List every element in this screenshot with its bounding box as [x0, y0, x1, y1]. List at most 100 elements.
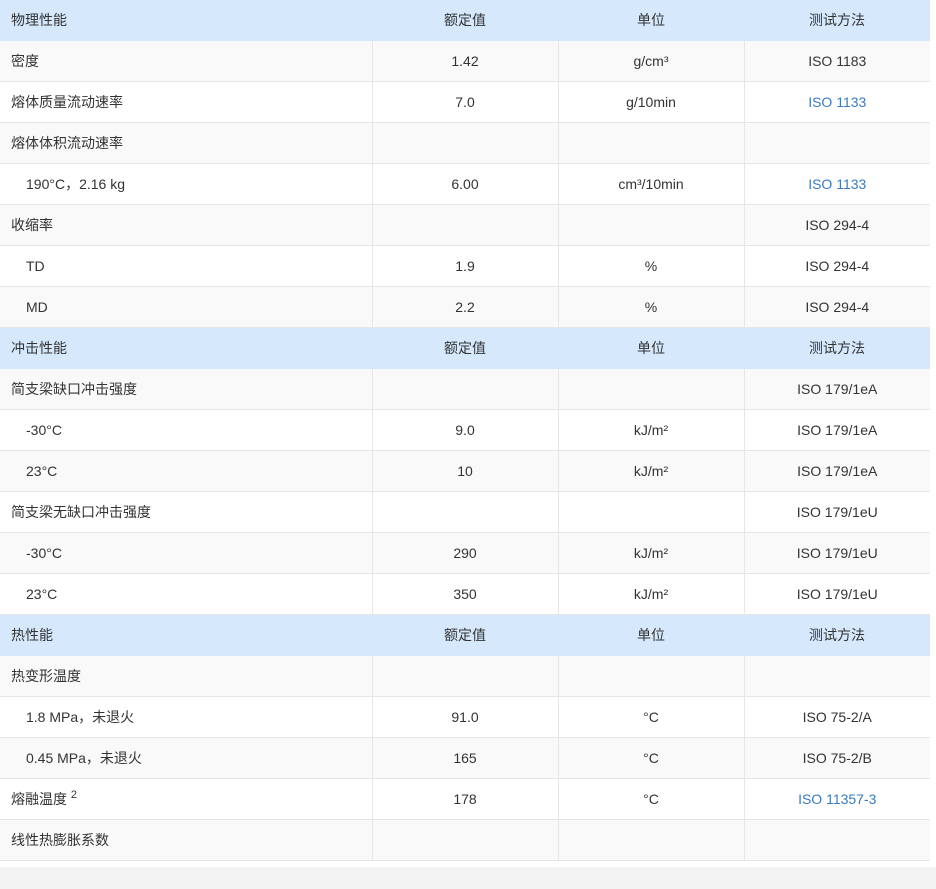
- column-header-method: 测试方法: [744, 327, 930, 369]
- test-method-cell: ISO 179/1eU: [744, 491, 930, 533]
- nominal-value: 165: [372, 737, 559, 779]
- page-bottom-strip: [0, 867, 936, 889]
- section-title: 物理性能: [0, 0, 372, 41]
- property-name: 密度: [11, 53, 39, 69]
- unit-value: [558, 655, 745, 697]
- nominal-value: [372, 122, 559, 164]
- unit-value: [558, 122, 745, 164]
- unit-value: g/10min: [558, 81, 745, 123]
- nominal-value: 91.0: [372, 696, 559, 738]
- test-method: ISO 179/1eU: [796, 504, 878, 520]
- nominal-value: 9.0: [372, 409, 559, 451]
- table-row: -30°C 9.0 kJ/m² ISO 179/1eA: [0, 409, 930, 451]
- property-name: 简支梁无缺口冲击强度: [11, 504, 151, 520]
- unit-value: [558, 819, 745, 861]
- footnote-marker[interactable]: 2: [71, 789, 77, 801]
- property-name-cell: 熔体体积流动速率: [0, 122, 373, 164]
- test-method-cell: ISO 1183: [744, 40, 930, 82]
- property-name-cell: 热变形温度: [0, 655, 373, 697]
- section-header: 冲击性能 额定值 单位 测试方法: [0, 327, 930, 369]
- unit-value: [558, 368, 745, 410]
- unit-value: cm³/10min: [558, 163, 745, 205]
- unit-value: °C: [558, 737, 745, 779]
- nominal-value: 178: [372, 778, 559, 820]
- property-name-cell: 熔体质量流动速率: [0, 81, 373, 123]
- unit-value: %: [558, 245, 745, 287]
- test-method-cell: ISO 294-4: [744, 204, 930, 246]
- table-row: 23°C 350 kJ/m² ISO 179/1eU: [0, 573, 930, 615]
- property-name-cell: 收缩率: [0, 204, 373, 246]
- nominal-value: 10: [372, 450, 559, 492]
- property-name-cell: 简支梁缺口冲击强度: [0, 368, 373, 410]
- property-name: -30°C: [26, 422, 62, 438]
- property-name-cell: 熔融温度 2: [0, 778, 373, 820]
- property-name: 190°C，2.16 kg: [26, 176, 125, 192]
- property-name: -30°C: [26, 545, 62, 561]
- table-row: 熔体体积流动速率: [0, 122, 930, 164]
- properties-page: 物理性能 额定值 单位 测试方法 密度 1.42 g/cm³ ISO 1183 熔体质量流动速率…: [0, 0, 936, 889]
- property-name-cell: -30°C: [0, 409, 373, 451]
- nominal-value: [372, 204, 559, 246]
- table-row: 线性热膨胀系数: [0, 819, 930, 861]
- unit-value: kJ/m²: [558, 573, 745, 615]
- nominal-value: 7.0: [372, 81, 559, 123]
- column-header-unit: 单位: [558, 614, 744, 656]
- test-method: ISO 179/1eU: [796, 545, 878, 561]
- nominal-value: [372, 655, 559, 697]
- test-method: ISO 75-2/B: [802, 750, 872, 766]
- nominal-value: [372, 368, 559, 410]
- property-name: TD: [26, 258, 45, 274]
- section-title: 冲击性能: [0, 327, 372, 369]
- property-name: 热变形温度: [11, 668, 81, 684]
- test-method: ISO 179/1eU: [796, 586, 878, 602]
- property-name: 熔融温度: [11, 791, 67, 807]
- test-method-cell: [744, 819, 930, 861]
- property-name: 熔体体积流动速率: [11, 135, 123, 151]
- test-method-cell: ISO 179/1eU: [744, 532, 930, 574]
- test-method-cell: ISO 179/1eA: [744, 368, 930, 410]
- property-name-cell: 23°C: [0, 450, 373, 492]
- section-header: 热性能 额定值 单位 测试方法: [0, 614, 930, 656]
- table-row: 熔融温度 2 178 °C ISO 11357-3: [0, 778, 930, 820]
- unit-value: kJ/m²: [558, 532, 745, 574]
- table-row: 收缩率 ISO 294-4: [0, 204, 930, 246]
- section-header: 物理性能 额定值 单位 测试方法: [0, 0, 930, 41]
- properties-table: 物理性能 额定值 单位 测试方法 密度 1.42 g/cm³ ISO 1183 熔体质量流动速率…: [0, 0, 930, 861]
- property-name-cell: 190°C，2.16 kg: [0, 163, 373, 205]
- table-row: TD 1.9% ISO 294-4: [0, 245, 930, 287]
- test-method-cell: ISO 294-4: [744, 286, 930, 328]
- test-method-cell: ISO 1133: [744, 163, 930, 205]
- property-name: 23°C: [26, 586, 58, 602]
- property-name-cell: 简支梁无缺口冲击强度: [0, 491, 373, 533]
- unit-value: [558, 204, 745, 246]
- properties-table-body: 物理性能 额定值 单位 测试方法 密度 1.42 g/cm³ ISO 1183 熔体质量流动速率…: [0, 0, 930, 861]
- table-row: MD 2.2% ISO 294-4: [0, 286, 930, 328]
- test-method-cell: ISO 179/1eA: [744, 409, 930, 451]
- table-row: 1.8 MPa，未退火 91.0 °C ISO 75-2/A: [0, 696, 930, 738]
- test-method-link[interactable]: ISO 1133: [808, 94, 866, 110]
- test-method: ISO 179/1eA: [797, 422, 878, 438]
- test-method-cell: ISO 75-2/B: [744, 737, 930, 779]
- test-method-link[interactable]: ISO 1133: [808, 176, 866, 192]
- test-method: ISO 179/1eA: [797, 463, 878, 479]
- column-header-value: 额定值: [372, 0, 558, 41]
- column-header-unit: 单位: [558, 327, 744, 369]
- test-method-cell: ISO 179/1eA: [744, 450, 930, 492]
- nominal-value: 6.00: [372, 163, 559, 205]
- property-name-cell: 1.8 MPa，未退火: [0, 696, 373, 738]
- nominal-value: 2.2: [372, 286, 559, 328]
- unit-value: [558, 491, 745, 533]
- test-method-link[interactable]: ISO 11357-3: [798, 791, 876, 807]
- column-header-unit: 单位: [558, 0, 744, 41]
- nominal-value: 350: [372, 573, 559, 615]
- unit-value: kJ/m²: [558, 409, 745, 451]
- column-header-method: 测试方法: [744, 614, 930, 656]
- property-name-cell: 0.45 MPa，未退火: [0, 737, 373, 779]
- property-name: 熔体质量流动速率: [11, 94, 123, 110]
- test-method-cell: [744, 655, 930, 697]
- test-method: ISO 294-4: [805, 258, 870, 274]
- test-method-cell: ISO 75-2/A: [744, 696, 930, 738]
- table-row: 热变形温度: [0, 655, 930, 697]
- nominal-value: 1.9: [372, 245, 559, 287]
- test-method: ISO 75-2/A: [802, 709, 872, 725]
